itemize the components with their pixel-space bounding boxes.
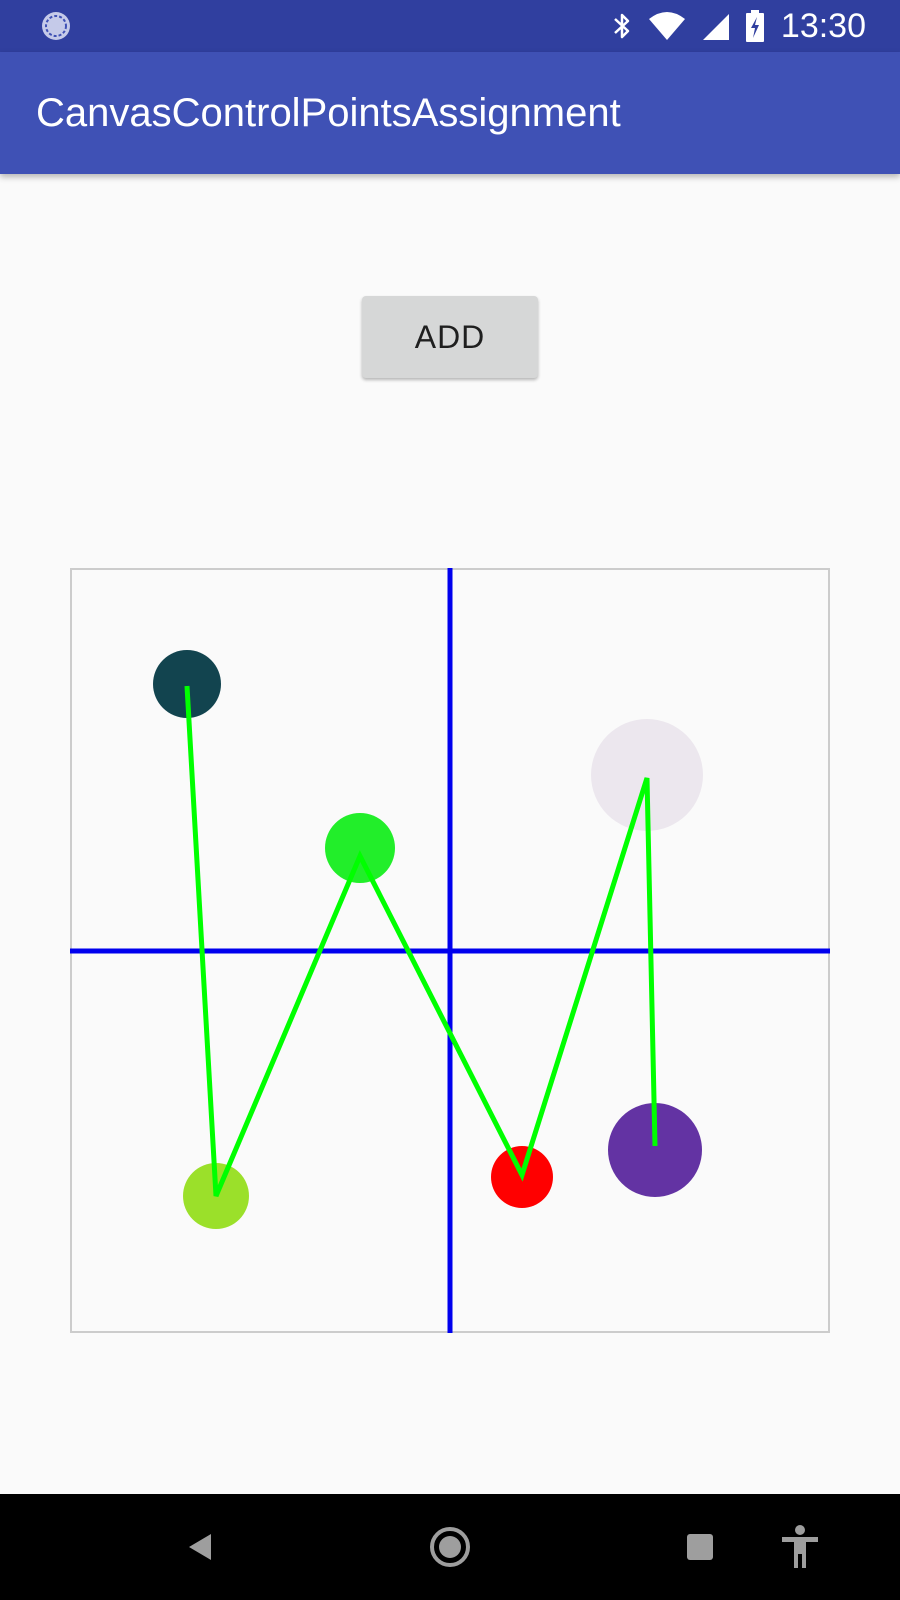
app-bar: CanvasControlPointsAssignment <box>0 52 900 174</box>
app-title: CanvasControlPointsAssignment <box>36 91 621 135</box>
recents-icon[interactable] <box>672 1494 728 1600</box>
sync-icon <box>42 12 70 40</box>
battery-charging-icon <box>745 9 765 43</box>
navigation-bar <box>0 1494 900 1600</box>
status-bar: 13:30 <box>0 0 900 52</box>
control-points-canvas[interactable] <box>70 568 830 1333</box>
wifi-icon <box>647 10 687 42</box>
control-point[interactable] <box>325 813 395 883</box>
status-icons: 13:30 <box>597 0 866 52</box>
accessibility-icon[interactable] <box>774 1494 826 1600</box>
back-icon[interactable] <box>175 1494 225 1600</box>
status-time: 13:30 <box>780 6 866 45</box>
canvas-drawing[interactable] <box>70 568 830 1333</box>
signal-icon <box>701 10 731 42</box>
home-icon[interactable] <box>420 1494 480 1600</box>
add-button[interactable]: ADD <box>362 296 538 378</box>
bluetooth-icon <box>611 10 633 42</box>
